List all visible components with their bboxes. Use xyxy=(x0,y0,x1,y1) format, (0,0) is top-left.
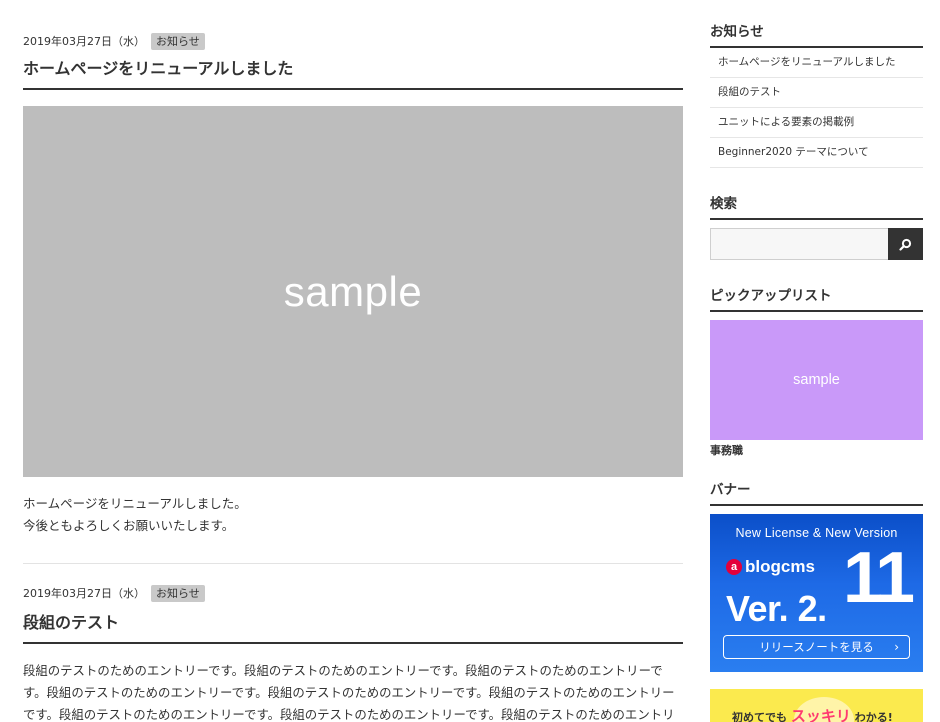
entry-title-text[interactable]: ホームページをリニューアルしました xyxy=(23,59,293,78)
entry-date: 2019年03月27日（水） xyxy=(23,587,145,600)
release-notes-button[interactable]: リリースノートを見る › xyxy=(723,635,910,659)
banner-version: Ver. 2. xyxy=(726,588,827,629)
news-list: ホームページをリニューアルしました 段組のテスト ユニットによる要素の掲載例 B… xyxy=(710,48,923,168)
entry-date: 2019年03月27日（水） xyxy=(23,35,145,48)
banner-version-number: 11 xyxy=(842,538,915,618)
entry-image-text: sample xyxy=(283,267,423,315)
pickup-widget: ピックアップリスト sample 事務職 xyxy=(710,286,923,458)
entry: 2019年03月27日（水） お知らせ 段組のテスト 段組のテストのためのエント… xyxy=(23,582,683,722)
entry-meta: 2019年03月27日（水） お知らせ xyxy=(23,30,683,52)
banner-text-pre: 初めてでも xyxy=(732,711,787,722)
news-item[interactable]: Beginner2020 テーマについて xyxy=(710,138,923,168)
entry-divider xyxy=(23,563,683,564)
ablogcms-banner[interactable]: New License & New Version a blogcms Ver.… xyxy=(710,514,923,672)
entry-body-line: 今後ともよろしくお願いいたします。 xyxy=(23,518,235,533)
banner-text-highlight: スッキリ xyxy=(790,707,851,722)
page: 2019年03月27日（水） お知らせ ホームページをリニューアルしました sa… xyxy=(0,0,940,722)
entry-body: ホームページをリニューアルしました。 今後ともよろしくお願いいたします。 xyxy=(23,493,683,537)
pickup-image[interactable]: sample xyxy=(710,320,923,440)
logo-text: blogcms xyxy=(745,557,815,576)
search-form xyxy=(710,228,923,260)
news-item[interactable]: ユニットによる要素の掲載例 xyxy=(710,108,923,138)
widget-title: ピックアップリスト xyxy=(710,286,923,312)
search-input[interactable] xyxy=(710,228,888,260)
entry-body-line: ホームページをリニューアルしました。 xyxy=(23,496,247,511)
beginner-banner[interactable]: 初めてでも スッキリ わかる! xyxy=(710,689,923,722)
pickup-caption[interactable]: 事務職 xyxy=(710,444,923,458)
widget-title: バナー xyxy=(710,480,923,506)
search-button[interactable] xyxy=(888,228,923,260)
search-widget: 検索 xyxy=(710,194,923,260)
entry-body: 段組のテストのためのエントリーです。段組のテストのためのエントリーです。段組のテ… xyxy=(23,660,683,722)
banner-widget: バナー New License & New Version a blogcms … xyxy=(710,480,923,722)
entry-body-line: 段組のテストのためのエントリーです。段組のテストのためのエントリーです。段組のテ… xyxy=(23,663,675,722)
entry-title[interactable]: ホームページをリニューアルしました xyxy=(23,58,683,90)
ablogcms-logo: a blogcms xyxy=(726,557,815,577)
banner-text-post: わかる! xyxy=(854,711,893,722)
news-item[interactable]: 段組のテスト xyxy=(710,78,923,108)
category-badge[interactable]: お知らせ xyxy=(151,584,205,602)
sidebar: お知らせ ホームページをリニューアルしました 段組のテスト ユニットによる要素の… xyxy=(710,22,923,722)
release-notes-label: リリースノートを見る xyxy=(759,640,874,654)
news-widget: お知らせ ホームページをリニューアルしました 段組のテスト ユニットによる要素の… xyxy=(710,22,923,168)
pickup-image-text: sample xyxy=(793,372,840,388)
main-content: 2019年03月27日（水） お知らせ ホームページをリニューアルしました sa… xyxy=(23,30,683,722)
entry: 2019年03月27日（水） お知らせ ホームページをリニューアルしました sa… xyxy=(23,30,683,564)
logo-mark-icon: a xyxy=(726,559,742,575)
entry-title[interactable]: 段組のテスト xyxy=(23,612,683,644)
category-badge[interactable]: お知らせ xyxy=(151,32,205,50)
entry-image: sample xyxy=(23,106,683,477)
chevron-right-icon: › xyxy=(894,640,899,654)
entry-meta: 2019年03月27日（水） お知らせ xyxy=(23,582,683,604)
banner-text: 初めてでも スッキリ わかる! xyxy=(732,705,893,722)
entry-title-text[interactable]: 段組のテスト xyxy=(23,613,119,632)
widget-title: 検索 xyxy=(710,194,923,220)
search-icon xyxy=(899,238,912,251)
news-item[interactable]: ホームページをリニューアルしました xyxy=(710,48,923,78)
widget-title: お知らせ xyxy=(710,22,923,48)
